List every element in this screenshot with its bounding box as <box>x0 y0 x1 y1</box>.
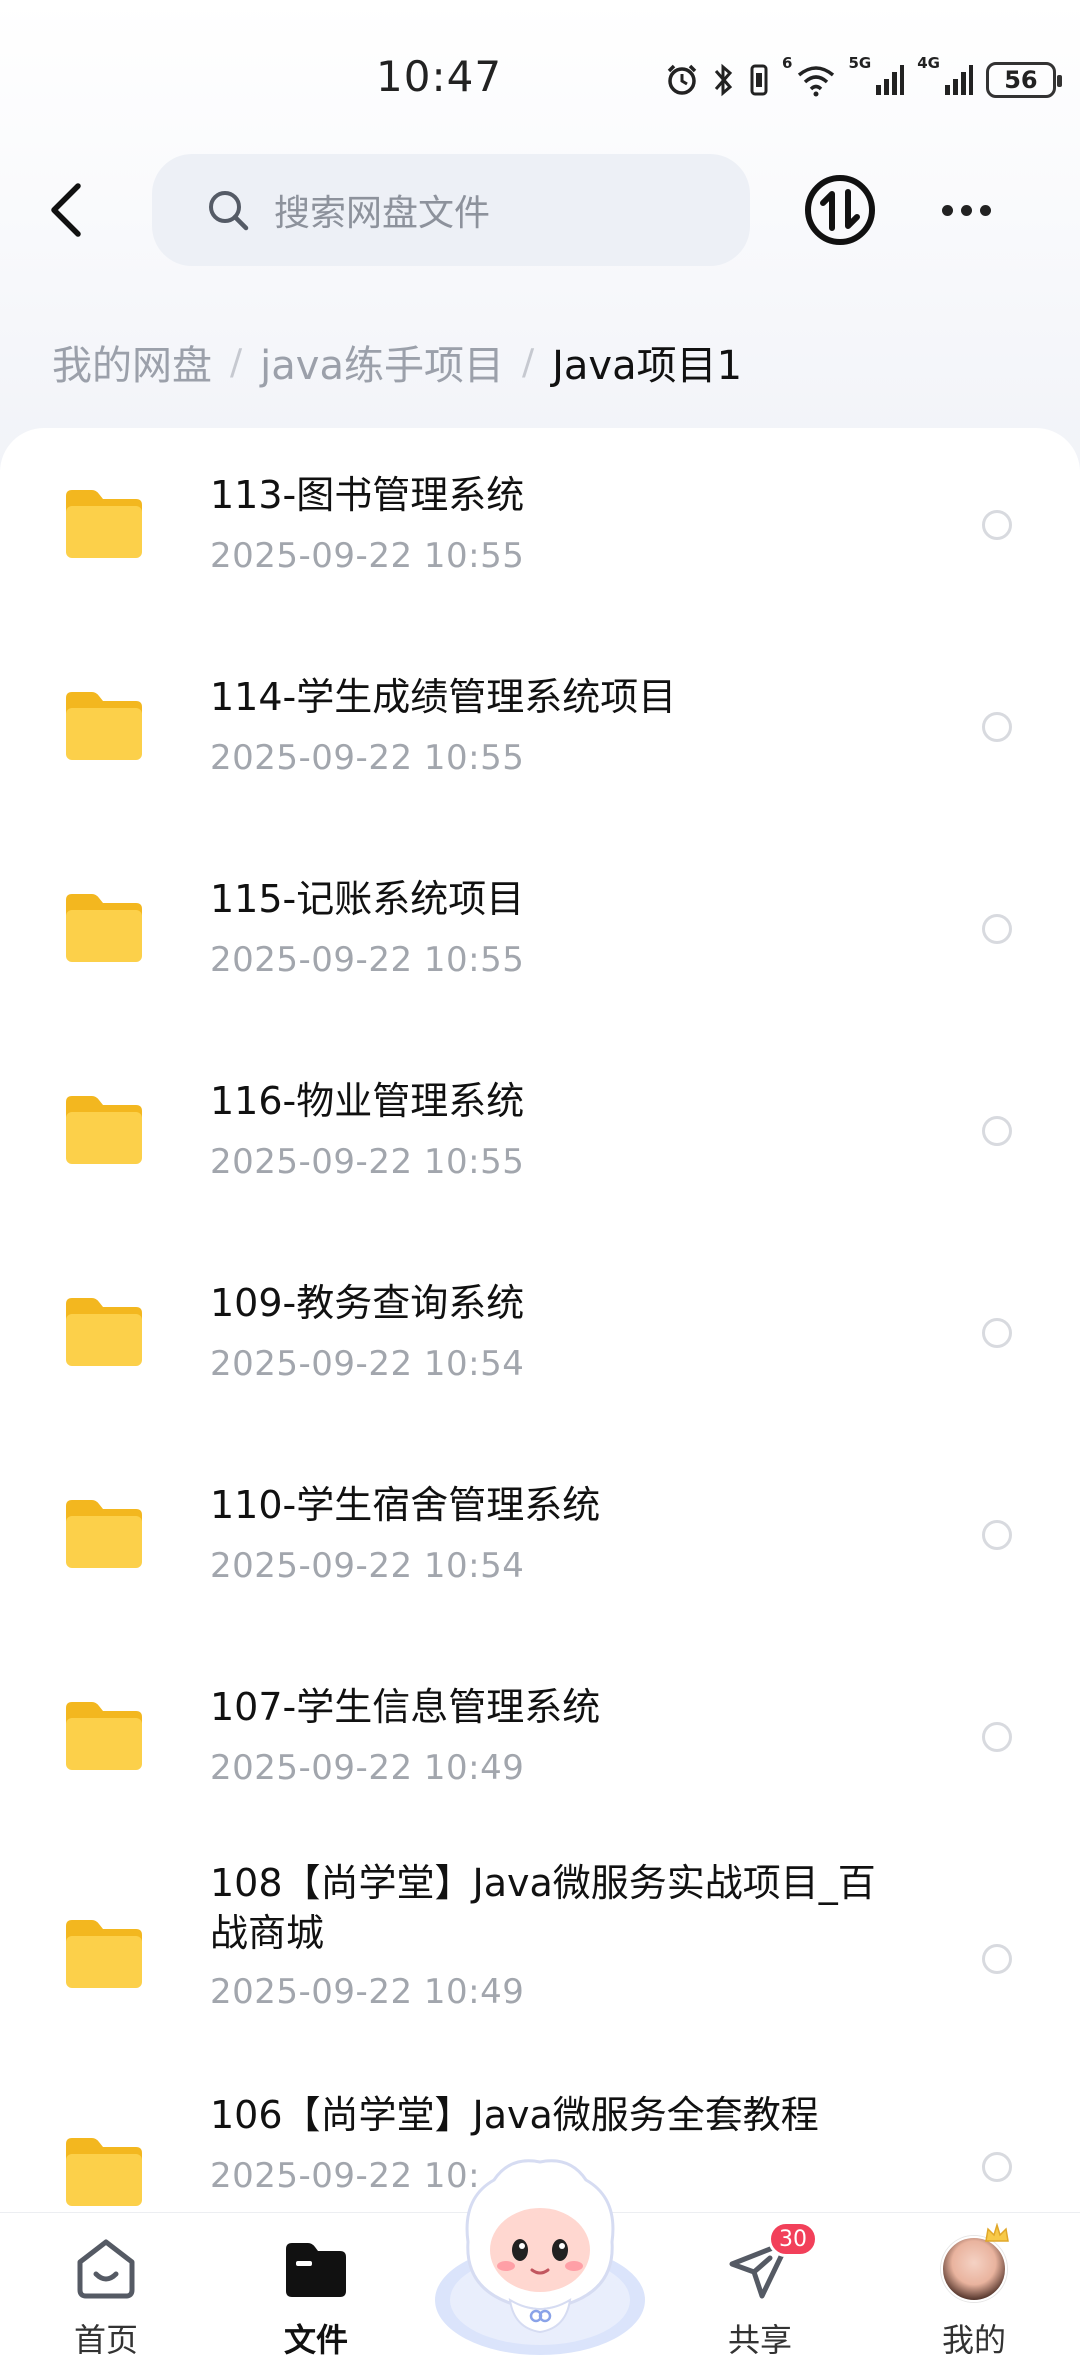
nav-files-label: 文件 <box>283 2321 348 2359</box>
search-input[interactable]: 搜索网盘文件 <box>152 154 750 266</box>
select-radio[interactable] <box>982 1520 1012 1550</box>
folder-icon <box>66 692 142 760</box>
select-radio[interactable] <box>982 510 1012 540</box>
status-time: 10:47 <box>376 52 503 101</box>
file-name: 114-学生成绩管理系统项目 <box>210 675 677 719</box>
status-icons: 6 5G 4G 56 <box>664 54 1062 104</box>
transfer-button[interactable] <box>804 174 876 246</box>
select-radio[interactable] <box>982 1318 1012 1348</box>
more-icon-dot <box>960 204 972 216</box>
file-name: 110-学生宿舍管理系统 <box>210 1483 601 1527</box>
breadcrumb-item-java-practice[interactable]: java练手项目 <box>260 333 504 391</box>
file-time: 2025-09-22 10:54 <box>210 1344 525 1384</box>
folder-icon <box>66 894 142 962</box>
crown-icon <box>985 2223 1009 2242</box>
file-time: 2025-09-22 10:49 <box>210 1972 525 2012</box>
list-item[interactable]: 115-记账系统项目 2025-09-22 10:55 <box>0 848 1080 1048</box>
nav-share-label: 共享 <box>727 2321 792 2359</box>
file-time: 2025-09-22 10:55 <box>210 1142 525 1182</box>
more-icon-dot <box>979 204 991 216</box>
signal-4g-icon <box>944 65 973 95</box>
nav-home-label: 首页 <box>73 2321 138 2359</box>
folder-icon <box>66 1500 142 1568</box>
wifi-icon <box>798 66 835 97</box>
breadcrumb-separator: / <box>521 341 535 383</box>
folder-icon <box>66 1920 142 1988</box>
signal-5g-icon <box>876 65 905 95</box>
folder-icon <box>66 2138 142 2206</box>
file-name: 107-学生信息管理系统 <box>210 1685 601 1729</box>
list-item[interactable]: 109-教务查询系统 2025-09-22 10:54 <box>0 1252 1080 1452</box>
select-radio[interactable] <box>982 712 1012 742</box>
home-icon <box>77 2239 135 2299</box>
select-radio[interactable] <box>982 2152 1012 2182</box>
nav-files[interactable]: 文件 <box>246 2233 386 2363</box>
list-item[interactable]: 110-学生宿舍管理系统 2025-09-22 10:54 <box>0 1454 1080 1654</box>
list-item[interactable]: 113-图书管理系统 2025-09-22 10:55 <box>0 444 1080 644</box>
file-time: 2025-09-22 10:55 <box>210 536 525 576</box>
breadcrumb-separator: / <box>230 341 243 383</box>
file-name: 115-记账系统项目 <box>210 877 525 921</box>
folder-icon <box>66 490 142 558</box>
list-item[interactable]: 114-学生成绩管理系统项目 2025-09-22 10:55 <box>0 646 1080 846</box>
header: 搜索网盘文件 <box>0 150 1080 270</box>
select-radio[interactable] <box>982 914 1012 944</box>
back-icon <box>51 183 81 237</box>
breadcrumb-item-current: Java项目1 <box>552 343 743 389</box>
nav-share[interactable]: 30 共享 <box>690 2221 830 2363</box>
status-bar: 10:47 6 5G 4G 56 <box>0 0 1080 150</box>
select-radio[interactable] <box>982 1116 1012 1146</box>
file-list: 113-图书管理系统 2025-09-22 10:55 114-学生成绩管理系统… <box>0 428 1080 2213</box>
file-name: 108【尚学堂】Java微服务实战项目_百战商城 <box>210 1861 876 1955</box>
select-radio[interactable] <box>982 1944 1012 1974</box>
more-button[interactable] <box>930 174 1002 246</box>
breadcrumb-item-my-drive[interactable]: 我的网盘 <box>52 333 212 391</box>
file-name: 109-教务查询系统 <box>210 1281 525 1325</box>
folder-icon <box>66 1096 142 1164</box>
share-badge: 30 <box>768 2221 818 2257</box>
nav-mine-label: 我的 <box>941 2321 1006 2359</box>
battery-indicator: 56 <box>985 62 1062 98</box>
avatar <box>941 2236 1007 2302</box>
breadcrumb: 我的网盘 / java练手项目 / Java项目1 <box>52 330 742 394</box>
back-button[interactable] <box>36 170 96 250</box>
search-placeholder: 搜索网盘文件 <box>274 193 491 234</box>
net-4g-label: 4G <box>917 54 940 72</box>
transfer-icon <box>805 175 875 245</box>
more-icon <box>941 204 953 216</box>
files-icon <box>286 2243 346 2297</box>
nav-home[interactable]: 首页 <box>36 2233 176 2363</box>
nav-mine[interactable]: 我的 <box>904 2223 1044 2363</box>
vibrate-icon <box>750 64 768 96</box>
bluetooth-icon <box>714 63 733 97</box>
file-name: 116-物业管理系统 <box>210 1079 525 1123</box>
file-time: 2025-09-22 10:54 <box>210 1546 525 1586</box>
file-time: 2025-09-22 10:49 <box>210 1748 525 1788</box>
file-time: 2025-09-22 10:55 <box>210 738 525 778</box>
select-radio[interactable] <box>982 1722 1012 1752</box>
folder-icon <box>66 1298 142 1366</box>
net-5g-label: 5G <box>848 54 872 72</box>
folder-icon <box>66 1702 142 1770</box>
mascot-icon[interactable] <box>430 2150 650 2360</box>
alarm-icon <box>667 64 697 95</box>
file-name: 113-图书管理系统 <box>210 473 525 517</box>
file-time: 2025-09-22 10:55 <box>210 940 525 980</box>
wifi-tag: 6 <box>782 54 793 72</box>
list-item[interactable]: 108【尚学堂】Java微服务实战项目_百战商城 2025-09-22 10:4… <box>0 1858 1080 2088</box>
list-item[interactable]: 107-学生信息管理系统 2025-09-22 10:49 <box>0 1656 1080 1856</box>
list-item[interactable]: 116-物业管理系统 2025-09-22 10:55 <box>0 1050 1080 1250</box>
search-icon <box>209 191 249 231</box>
file-name: 106【尚学堂】Java微服务全套教程 <box>210 2093 819 2137</box>
